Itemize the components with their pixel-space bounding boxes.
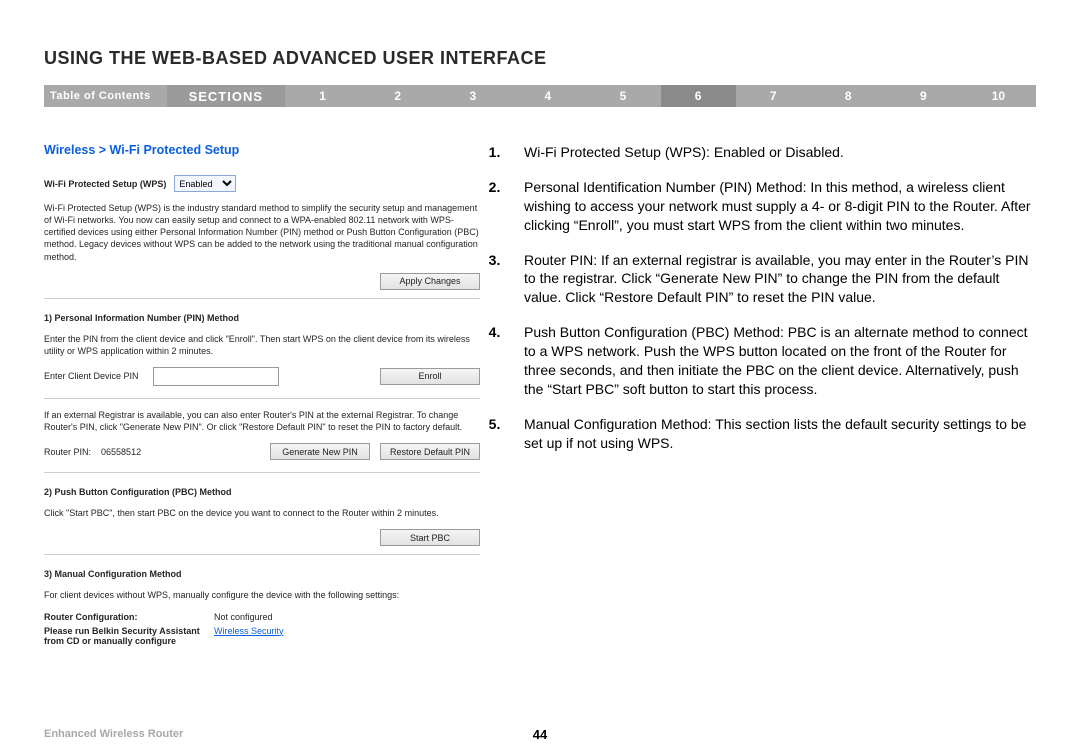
registrar-desc: If an external Registrar is available, y… xyxy=(44,409,480,433)
nav-section-1[interactable]: 1 xyxy=(285,85,360,107)
wps-label: Wi-Fi Protected Setup (WPS) xyxy=(44,179,166,189)
instruction-2: Personal Identification Number (PIN) Met… xyxy=(512,178,1036,235)
nav-section-4[interactable]: 4 xyxy=(510,85,585,107)
nav-section-9[interactable]: 9 xyxy=(886,85,961,107)
pin-method-desc: Enter the PIN from the client device and… xyxy=(44,333,480,357)
please-run-label: Please run Belkin Security Assistant fro… xyxy=(44,626,214,646)
instruction-4: Push Button Configuration (PBC) Method: … xyxy=(512,323,1036,399)
router-pin-value: 06558512 xyxy=(101,447,141,457)
nav-section-2[interactable]: 2 xyxy=(360,85,435,107)
enroll-button[interactable]: Enroll xyxy=(380,368,480,385)
pbc-method-desc: Click "Start PBC", then start PBC on the… xyxy=(44,507,480,519)
nav-section-5[interactable]: 5 xyxy=(585,85,660,107)
nav-section-7[interactable]: 7 xyxy=(736,85,811,107)
page-title: USING THE WEB-BASED ADVANCED USER INTERF… xyxy=(44,48,1036,69)
manual-method-desc: For client devices without WPS, manually… xyxy=(44,589,480,601)
wps-panel: Wi-Fi Protected Setup (WPS) Enabled Wi-F… xyxy=(44,175,480,646)
instruction-list: Wi-Fi Protected Setup (WPS): Enabled or … xyxy=(500,143,1036,453)
pin-method-head: 1) Personal Information Number (PIN) Met… xyxy=(44,313,480,323)
wps-select[interactable]: Enabled xyxy=(174,175,236,192)
nav-toc[interactable]: Table of Contents xyxy=(44,85,167,107)
divider-1 xyxy=(44,298,480,299)
breadcrumb: Wireless > Wi-Fi Protected Setup xyxy=(44,143,480,157)
nav-sections-label: SECTIONS xyxy=(167,85,285,107)
instruction-1: Wi-Fi Protected Setup (WPS): Enabled or … xyxy=(512,143,1036,162)
router-config-value: Not configured xyxy=(214,612,480,622)
nav-bar: Table of Contents SECTIONS 1 2 3 4 5 6 7… xyxy=(44,85,1036,107)
divider-2 xyxy=(44,398,480,399)
pbc-method-head: 2) Push Button Configuration (PBC) Metho… xyxy=(44,487,480,497)
divider-4 xyxy=(44,554,480,555)
nav-section-6[interactable]: 6 xyxy=(661,85,736,107)
wps-desc: Wi-Fi Protected Setup (WPS) is the indus… xyxy=(44,202,480,263)
start-pbc-button[interactable]: Start PBC xyxy=(380,529,480,546)
enter-pin-label: Enter Client Device PIN xyxy=(44,371,139,381)
footer: Enhanced Wireless Router 44 xyxy=(44,728,1036,740)
instruction-5: Manual Configuration Method: This sectio… xyxy=(512,415,1036,453)
page-number: 44 xyxy=(44,727,1036,742)
instruction-3: Router PIN: If an external registrar is … xyxy=(512,251,1036,308)
client-pin-input[interactable] xyxy=(153,367,279,386)
restore-default-pin-button[interactable]: Restore Default PIN xyxy=(380,443,480,460)
wireless-security-link[interactable]: Wireless Security xyxy=(214,626,480,646)
manual-method-head: 3) Manual Configuration Method xyxy=(44,569,480,579)
router-pin-label: Router PIN: xyxy=(44,447,91,457)
nav-section-8[interactable]: 8 xyxy=(811,85,886,107)
router-config-label: Router Configuration: xyxy=(44,612,214,622)
nav-section-3[interactable]: 3 xyxy=(435,85,510,107)
generate-new-pin-button[interactable]: Generate New PIN xyxy=(270,443,370,460)
nav-section-10[interactable]: 10 xyxy=(961,85,1036,107)
divider-3 xyxy=(44,472,480,473)
apply-changes-button[interactable]: Apply Changes xyxy=(380,273,480,290)
